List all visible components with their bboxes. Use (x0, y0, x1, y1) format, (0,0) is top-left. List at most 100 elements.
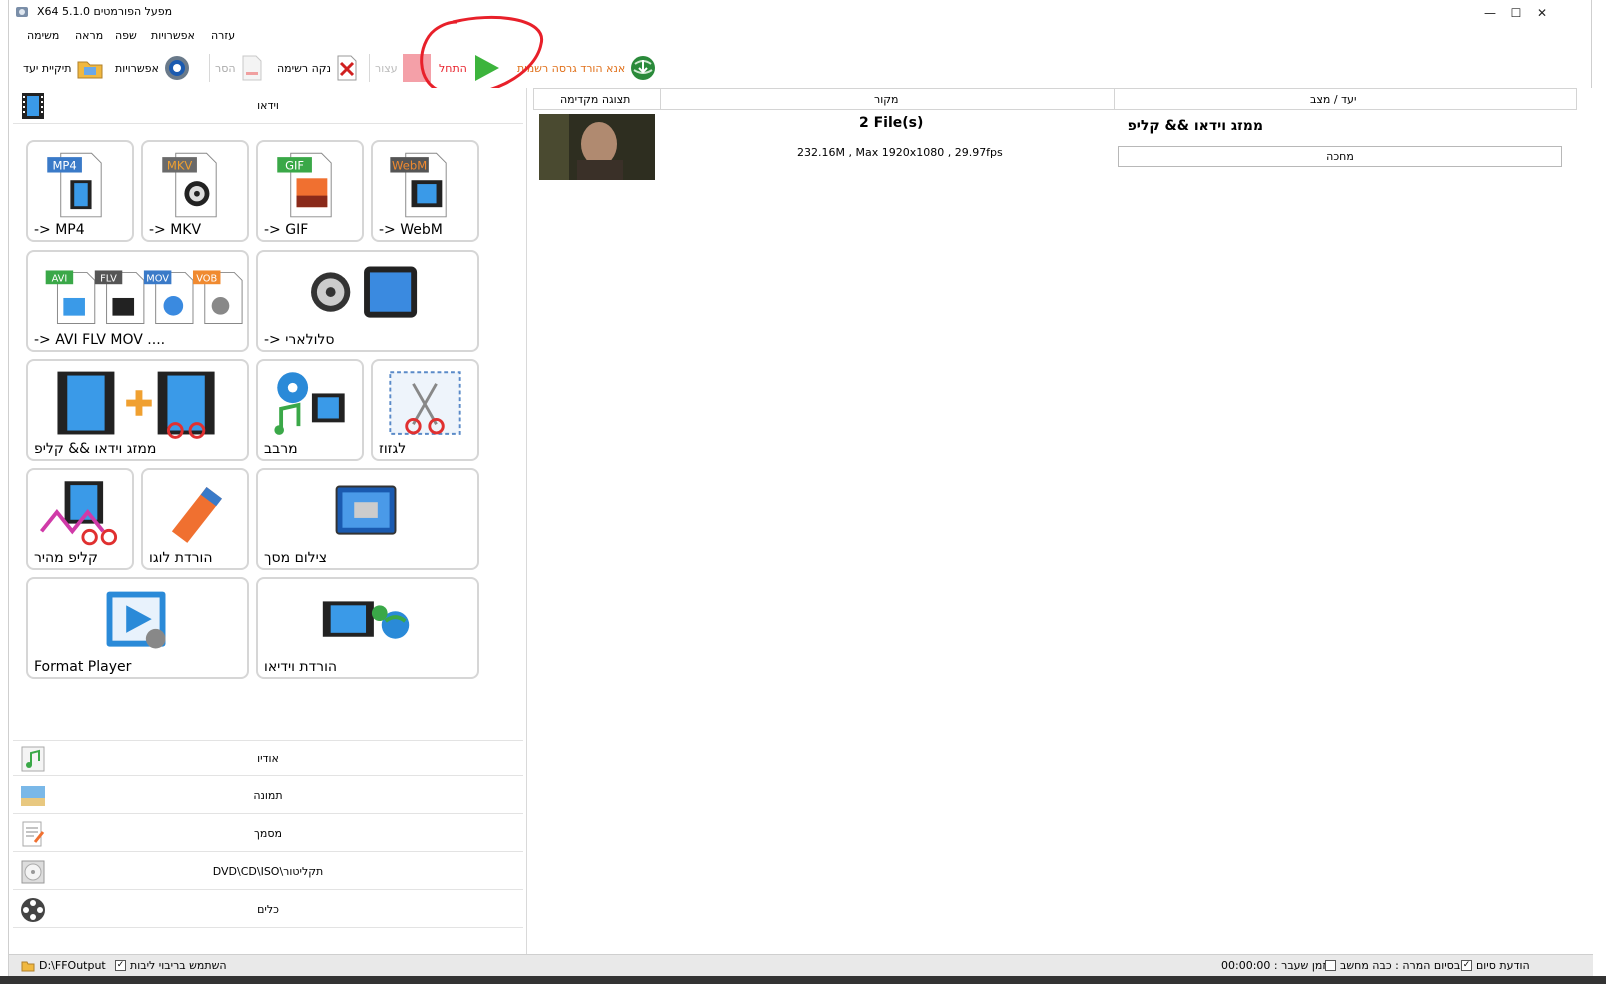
menu-options[interactable]: אפשרויות (151, 29, 195, 42)
tile-remove-logo[interactable]: הורדת לוגו (141, 468, 249, 570)
notify-option[interactable]: ✓ הודעת סיום (1461, 959, 1530, 972)
window-title: X64 5.1.0 מפעל הפורמטים (37, 5, 173, 18)
task-status-bar: מחכה (1118, 146, 1562, 167)
options-button[interactable]: אפשרויות (115, 52, 191, 84)
tile-mobile[interactable]: סלולארי <- (256, 250, 479, 352)
mux-icon (274, 372, 345, 435)
menu-bar: משימה מראה שפה אפשרויות עזרה (9, 26, 1591, 46)
notify-checkbox[interactable]: ✓ (1461, 960, 1472, 971)
video-download-icon (322, 601, 410, 639)
stop-label: עצור (375, 61, 398, 75)
category-utilities-label: כלים (257, 903, 279, 916)
app-icon (16, 7, 28, 17)
scissors-icon (389, 371, 461, 435)
category-document[interactable]: מסמך (13, 816, 523, 852)
column-destination-status[interactable]: יעד / מצב (1310, 93, 1356, 106)
screen-record-icon (335, 485, 397, 535)
tile-video-joiner-label: ממזג וידאו && קליפ (34, 441, 157, 457)
tile-format-player[interactable]: Format Player (26, 577, 249, 679)
elapsed-time: זמן שעבר : 00:00:00 (1221, 959, 1326, 972)
elapsed-time-label: זמן שעבר : 00:00:00 (1221, 959, 1327, 972)
remove-label: הסר (215, 61, 236, 75)
output-path-label: D:\FFOutput (39, 959, 106, 972)
tile-mobile-label: סלולארי <- (264, 332, 335, 348)
tile-remove-logo-label: הורדת לוגו (149, 550, 213, 566)
minimize-button[interactable]: — (1477, 2, 1503, 24)
tile-mkv-label: -> MKV (149, 222, 202, 238)
source-file-info: 232.16M , Max 1920x1080 , 29.97fps (797, 146, 1003, 159)
tile-video-download[interactable]: הורדת וידיאו (256, 577, 479, 679)
svg-text:FLV: FLV (100, 273, 117, 284)
preview-thumbnail (539, 114, 655, 180)
column-divider (660, 89, 661, 109)
column-preview[interactable]: תצוגה מקדימה (560, 93, 630, 106)
video-join-icon (57, 371, 215, 439)
desktop-background (0, 976, 1606, 984)
tile-quick-clip[interactable]: קליפ מהיר (26, 468, 134, 570)
category-video[interactable]: וידאו (13, 88, 523, 124)
gear-icon (164, 56, 189, 80)
svg-text:WebM: WebM (392, 159, 427, 173)
output-path[interactable]: D:\FFOutput (21, 959, 106, 972)
tile-mux-label: מרבב (264, 441, 298, 457)
after-convert-checkbox[interactable] (1325, 960, 1336, 971)
menu-help[interactable]: עזרה (211, 29, 235, 42)
tile-avi-flv-mov-label: -> AVI FLV MOV .... (34, 332, 166, 348)
toolbar: תיקיית יעד אפשרויות הסר נקה רשימה עצור ה… (9, 15, 1591, 96)
svg-text:VOB: VOB (196, 273, 217, 284)
title-bar: X64 5.1.0 מפעל הפורמטים — ☐ ✕ (9, 0, 1591, 26)
notify-label: הודעת סיום (1476, 959, 1530, 972)
tile-mux[interactable]: מרבב (256, 359, 364, 461)
gif-file-icon: GIF (277, 152, 332, 218)
tile-webm[interactable]: WebM -> WebM (371, 140, 479, 242)
category-picture[interactable]: תמונה (13, 778, 523, 814)
column-source[interactable]: מקור (874, 93, 898, 106)
mobile-device-icon (311, 266, 418, 318)
toolbar-separator (369, 54, 370, 82)
tile-video-joiner[interactable]: ממזג וידאו && קליפ (26, 359, 249, 461)
tile-avi-flv-mov[interactable]: AVI FLV MOV VOB -> AVI FLV MOV .... (26, 250, 249, 352)
document-remove-icon (242, 55, 262, 81)
task-list-header: תצוגה מקדימה מקור יעד / מצב (533, 88, 1577, 110)
multithread-option[interactable]: ✓ השתמש בריבוי ליבות (115, 959, 227, 972)
task-status-label: מחכה (1326, 150, 1354, 163)
tile-mkv[interactable]: MKV -> MKV (141, 140, 249, 242)
output-folder-button[interactable]: תיקיית יעד (23, 52, 104, 84)
folder-icon (21, 961, 35, 971)
webm-file-icon: WebM (390, 152, 447, 218)
category-utilities[interactable]: כלים (13, 892, 523, 928)
menu-language[interactable]: שפה (115, 29, 137, 42)
tile-screen-record[interactable]: צילום מסך (256, 468, 479, 570)
column-divider (1114, 89, 1115, 109)
toolbar-separator (209, 54, 210, 82)
maximize-button[interactable]: ☐ (1503, 2, 1529, 24)
category-audio-label: אודיו (257, 752, 279, 765)
multithread-checkbox[interactable]: ✓ (115, 960, 126, 971)
remove-button[interactable]: הסר (215, 52, 264, 84)
tile-crop[interactable]: לגזוז (371, 359, 479, 461)
output-folder-icon (77, 61, 102, 79)
category-rom-device[interactable]: DVD\CD\ISO\תקליטור (13, 854, 523, 890)
tile-screen-record-label: צילום מסך (264, 550, 328, 566)
clear-list-button[interactable]: נקה רשימה (277, 52, 359, 84)
clear-list-label: נקה רשימה (277, 61, 332, 75)
tile-mp4[interactable]: MP4 -> MP4 (26, 140, 134, 242)
svg-text:MOV: MOV (146, 273, 169, 284)
multi-format-icon: AVI FLV MOV VOB (45, 270, 243, 324)
svg-text:MP4: MP4 (52, 159, 76, 173)
mp4-file-icon: MP4 (47, 152, 102, 218)
tile-gif[interactable]: GIF -> GIF (256, 140, 364, 242)
app-window: X64 5.1.0 מפעל הפורמטים — ☐ ✕ משימה מראה… (8, 0, 1593, 984)
close-button[interactable]: ✕ (1529, 2, 1555, 24)
after-convert-option[interactable]: בסיום המרה : כבה מחשב (1325, 959, 1460, 972)
category-panel: וידאו MP4 -> MP4 MKV -> MKV GIF -> GIF W… (13, 88, 527, 954)
task-list-panel: תצוגה מקדימה מקור יעד / מצב 2 File(s) 23… (533, 88, 1593, 954)
quick-clip-icon (39, 481, 118, 546)
menu-view[interactable]: מראה (75, 29, 103, 42)
menu-task[interactable]: משימה (27, 29, 59, 42)
category-audio[interactable]: אודיו (13, 740, 523, 776)
tile-video-download-label: הורדת וידיאו (264, 659, 338, 675)
after-convert-label: בסיום המרה : כבה מחשב (1340, 959, 1461, 972)
mkv-file-icon: MKV (162, 152, 217, 218)
tile-gif-label: -> GIF (264, 222, 309, 238)
